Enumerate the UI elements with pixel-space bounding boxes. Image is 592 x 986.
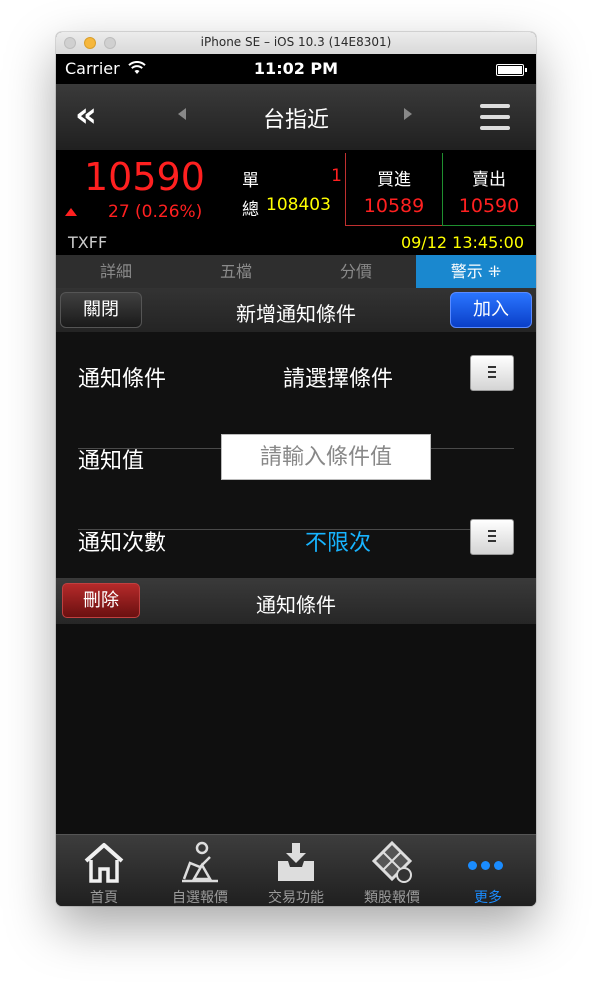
count-picker-button[interactable] (470, 519, 514, 555)
tabbar-label: 更多 (474, 890, 502, 906)
symbol-code: TXFF (68, 233, 108, 252)
add-button[interactable]: 加入 (450, 292, 532, 328)
ask-box: 賣出 10590 (442, 153, 535, 226)
close-button[interactable]: 關閉 (60, 292, 142, 328)
tabbar-label: 首頁 (90, 890, 118, 906)
tabbar-label: 自選報價 (172, 890, 228, 906)
price-change-value: 27 (108, 202, 130, 222)
alert-toolbar: 關閉 新增通知條件 加入 (56, 288, 536, 332)
ask-label: 賣出 (472, 170, 506, 190)
value-label: 通知值 (78, 449, 145, 474)
home-icon (84, 843, 124, 883)
bottom-tab-bar: 首頁 自選報價 交易功能 類股報價 更多 (56, 834, 536, 906)
film-coin-icon (371, 840, 413, 883)
quote-panel: 10590 27 (0.26%) 單 1 總 108403 買進 10589 賣… (56, 151, 536, 255)
hamburger-menu-icon[interactable] (480, 104, 510, 130)
tabbar-more[interactable]: 更多 (440, 835, 536, 906)
tabbar-watchlist[interactable]: 自選報價 (152, 835, 248, 906)
total-volume-label: 總 (242, 200, 259, 220)
value-input[interactable] (221, 434, 431, 480)
tab-price-distribution[interactable]: 分價 (296, 255, 416, 288)
count-label: 通知次數 (78, 531, 167, 556)
window-title: iPhone SE – iOS 10.3 (14E8301) (200, 35, 392, 49)
status-time: 11:02 PM (253, 59, 339, 78)
tabbar-trade[interactable]: 交易功能 (248, 835, 344, 906)
inbox-download-icon (278, 843, 314, 881)
tab-alert[interactable]: 警示 ⁜ (416, 255, 536, 288)
alert-list-title: 通知條件 (256, 593, 336, 617)
list-icon (488, 530, 496, 532)
status-bar: Carrier 11:02 PM (56, 54, 536, 84)
battery-icon (496, 64, 527, 76)
condition-select[interactable]: 請選擇條件 (238, 361, 438, 393)
tabbar-label: 類股報價 (364, 890, 420, 906)
tab-detail[interactable]: 詳細 (56, 255, 176, 288)
delete-button[interactable]: 刪除 (62, 583, 140, 618)
alert-list-header: 刪除 通知條件 (56, 578, 536, 624)
ask-value: 10590 (458, 195, 520, 217)
person-chart-icon (182, 841, 218, 883)
condition-picker-button[interactable] (470, 355, 514, 391)
window-titlebar: iPhone SE – iOS 10.3 (14E8301) (56, 32, 536, 55)
single-volume-label: 單 (242, 171, 259, 191)
count-select[interactable]: 不限次 (238, 525, 438, 557)
bid-value: 10589 (363, 195, 425, 217)
value-row: 通知值 (78, 414, 514, 495)
single-volume-value: 1 (331, 166, 342, 186)
tabbar-sector-quotes[interactable]: 類股報價 (344, 835, 440, 906)
price-change-pct: (0.26%) (135, 202, 203, 222)
quote-datetime: 09/12 13:45:00 (400, 233, 524, 252)
page-title: 台指近 (262, 108, 329, 133)
condition-row: 通知條件 請選擇條件 (78, 332, 514, 413)
more-dots-icon (468, 855, 508, 870)
bid-label: 買進 (377, 170, 411, 190)
previous-arrow-icon[interactable] (178, 108, 186, 120)
count-row: 通知次數 不限次 (78, 496, 514, 577)
tab-five-levels[interactable]: 五檔 (176, 255, 296, 288)
price-change: 27 (0.26%) (108, 202, 202, 222)
alert-list (56, 624, 536, 834)
list-icon (488, 366, 496, 368)
toolbar-title: 新增通知條件 (236, 302, 356, 326)
tabbar-label: 交易功能 (268, 890, 324, 906)
condition-label: 通知條件 (78, 367, 167, 392)
alert-form: 通知條件 請選擇條件 通知值 通知次數 不限次 (56, 332, 536, 578)
last-price: 10590 (84, 155, 205, 199)
simulator-window: iPhone SE – iOS 10.3 (14E8301) Carrier 1… (56, 32, 536, 906)
next-arrow-icon[interactable] (404, 108, 412, 120)
nav-bar: « 台指近 (56, 84, 536, 151)
back-button[interactable]: « (66, 98, 106, 134)
detail-tabs: 詳細 五檔 分價 警示 ⁜ (56, 255, 536, 288)
tabbar-home[interactable]: 首頁 (56, 835, 152, 906)
total-volume-value: 108403 (266, 195, 331, 215)
up-triangle-icon (65, 208, 77, 216)
bid-box: 買進 10589 (345, 153, 442, 226)
